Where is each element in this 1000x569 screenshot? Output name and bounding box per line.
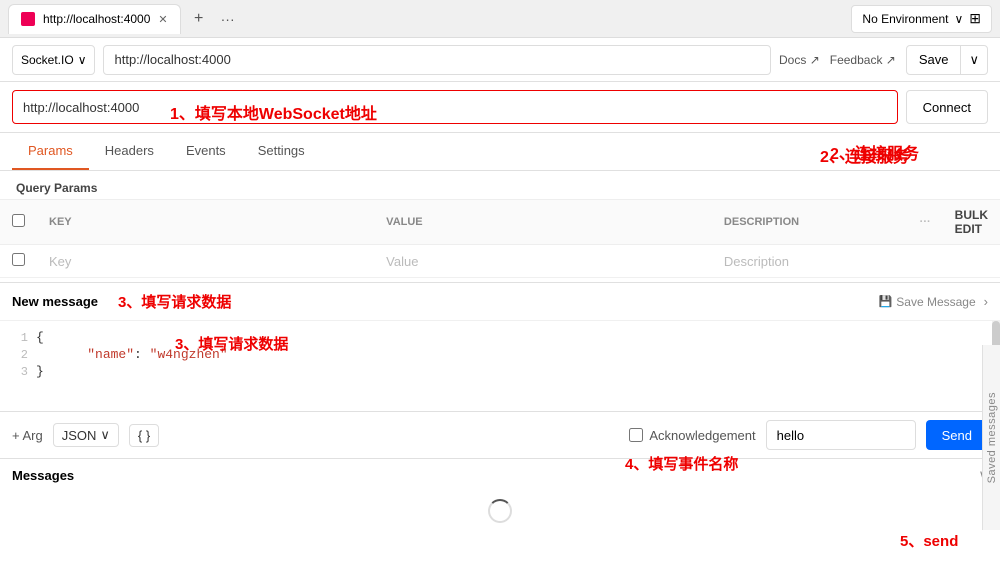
new-message-section: New message 3、填写请求数据 💾 Save Message › 1 … <box>0 282 1000 458</box>
tabs-bar: Params Headers Events Settings <box>0 133 1000 171</box>
th-key: KEY <box>37 200 374 245</box>
tab-more-button[interactable]: ··· <box>217 7 239 31</box>
code-line-1: 1 { <box>0 329 984 346</box>
key-cell[interactable]: Key <box>37 245 374 278</box>
save-dropdown-arrow[interactable]: ∨ <box>960 46 987 74</box>
acknowledgement-checkbox[interactable] <box>629 428 643 442</box>
annotation-step3: 3、填写请求数据 <box>118 291 231 312</box>
code-brace-close: } <box>36 364 44 379</box>
address-section: Connect <box>0 82 1000 133</box>
messages-title: Messages <box>12 468 74 483</box>
connect-button[interactable]: Connect <box>906 90 988 124</box>
select-all-checkbox[interactable] <box>12 214 25 227</box>
th-checkbox <box>0 200 37 245</box>
th-description: DESCRIPTION <box>712 200 908 245</box>
loading-spinner <box>488 499 512 523</box>
json-selector[interactable]: JSON ∨ <box>53 423 119 447</box>
json-label: JSON <box>62 428 97 443</box>
query-params-header: Query Params <box>0 171 1000 199</box>
add-arg-button[interactable]: + Arg <box>12 428 43 443</box>
toolbar-actions: Docs ↗ Feedback ↗ Save ∨ <box>779 45 988 75</box>
protocol-selector[interactable]: Socket.IO ∨ <box>12 45 95 75</box>
value-cell[interactable]: Value <box>374 245 712 278</box>
th-more: ··· <box>908 200 943 245</box>
description-cell[interactable]: Description <box>712 245 908 278</box>
feedback-link[interactable]: Feedback ↗ <box>830 53 896 67</box>
code-editor[interactable]: 1 { 2 "name": "w4ngzhen" 3 } <box>0 321 1000 411</box>
save-button[interactable]: Save ∨ <box>906 45 988 75</box>
tab-title: http://localhost:4000 <box>43 12 150 26</box>
address-input[interactable] <box>12 90 898 124</box>
tab-bar-right: No Environment ∨ ⊞ <box>851 5 992 33</box>
save-icon: 💾 <box>879 295 893 308</box>
saved-messages-label: Saved messages <box>986 392 998 483</box>
save-label: Save <box>907 46 961 74</box>
acknowledgement-section: Acknowledgement <box>629 428 755 443</box>
tab-favicon <box>21 12 35 26</box>
environment-selector[interactable]: No Environment ∨ ⊞ <box>851 5 992 33</box>
event-name-input[interactable] <box>766 420 916 450</box>
chevron-down-icon: ∨ <box>954 12 963 26</box>
th-value: VALUE <box>374 200 712 245</box>
tab-params[interactable]: Params <box>12 133 89 170</box>
acknowledgement-label: Acknowledgement <box>649 428 755 443</box>
new-message-header: New message 3、填写请求数据 💾 Save Message › <box>0 283 1000 321</box>
table-row: Key Value Description <box>0 245 1000 278</box>
th-bulk-edit[interactable]: Bulk Edit <box>943 200 1000 245</box>
tab-close-button[interactable]: ✕ <box>158 13 167 26</box>
row-select-checkbox[interactable] <box>12 253 25 266</box>
env-icon: ⊞ <box>969 10 981 27</box>
save-message-label: Save Message <box>896 295 975 309</box>
line-number-2: 2 <box>8 348 28 362</box>
annotation-step5-overlay: 5、send <box>900 530 958 551</box>
docs-link[interactable]: Docs ↗ <box>779 53 820 67</box>
request-toolbar: Socket.IO ∨ Docs ↗ Feedback ↗ Save ∨ <box>0 38 1000 82</box>
browser-tab[interactable]: http://localhost:4000 ✕ <box>8 4 181 34</box>
row-checkbox <box>0 245 37 278</box>
new-tab-button[interactable]: + <box>185 5 213 33</box>
code-brace-open: { <box>36 330 44 345</box>
protocol-arrow-icon: ∨ <box>78 53 87 67</box>
saved-messages-sidebar[interactable]: Saved messages <box>982 345 1000 530</box>
send-button[interactable]: Send <box>926 420 988 450</box>
bulk-edit-cell <box>943 245 1000 278</box>
url-bar[interactable] <box>103 45 771 75</box>
code-line-3: 3 } <box>0 363 984 380</box>
more-cell <box>908 245 943 278</box>
tab-headers[interactable]: Headers <box>89 133 170 170</box>
bottom-bar: + Arg JSON ∨ { } Acknowledgement Send <box>0 411 1000 458</box>
code-line-2: 2 "name": "w4ngzhen" <box>0 346 984 363</box>
tab-events[interactable]: Events <box>170 133 242 170</box>
line-number-1: 1 <box>8 331 28 345</box>
new-message-title: New message <box>12 294 98 309</box>
browser-tab-bar: http://localhost:4000 ✕ + ··· No Environ… <box>0 0 1000 38</box>
collapse-icon[interactable]: › <box>984 294 988 309</box>
code-key-name: "name": "w4ngzhen" <box>56 347 228 362</box>
braces-button[interactable]: { } <box>129 424 159 447</box>
loading-area <box>0 491 1000 531</box>
tab-settings[interactable]: Settings <box>242 133 321 170</box>
env-label: No Environment <box>862 12 948 26</box>
line-number-3: 3 <box>8 365 28 379</box>
protocol-label: Socket.IO <box>21 53 74 67</box>
params-table: KEY VALUE DESCRIPTION ··· Bulk Edit Key … <box>0 199 1000 278</box>
messages-section: Messages ∨ <box>0 458 1000 491</box>
json-arrow-icon: ∨ <box>100 427 110 443</box>
save-message-button[interactable]: 💾 Save Message <box>879 295 976 309</box>
